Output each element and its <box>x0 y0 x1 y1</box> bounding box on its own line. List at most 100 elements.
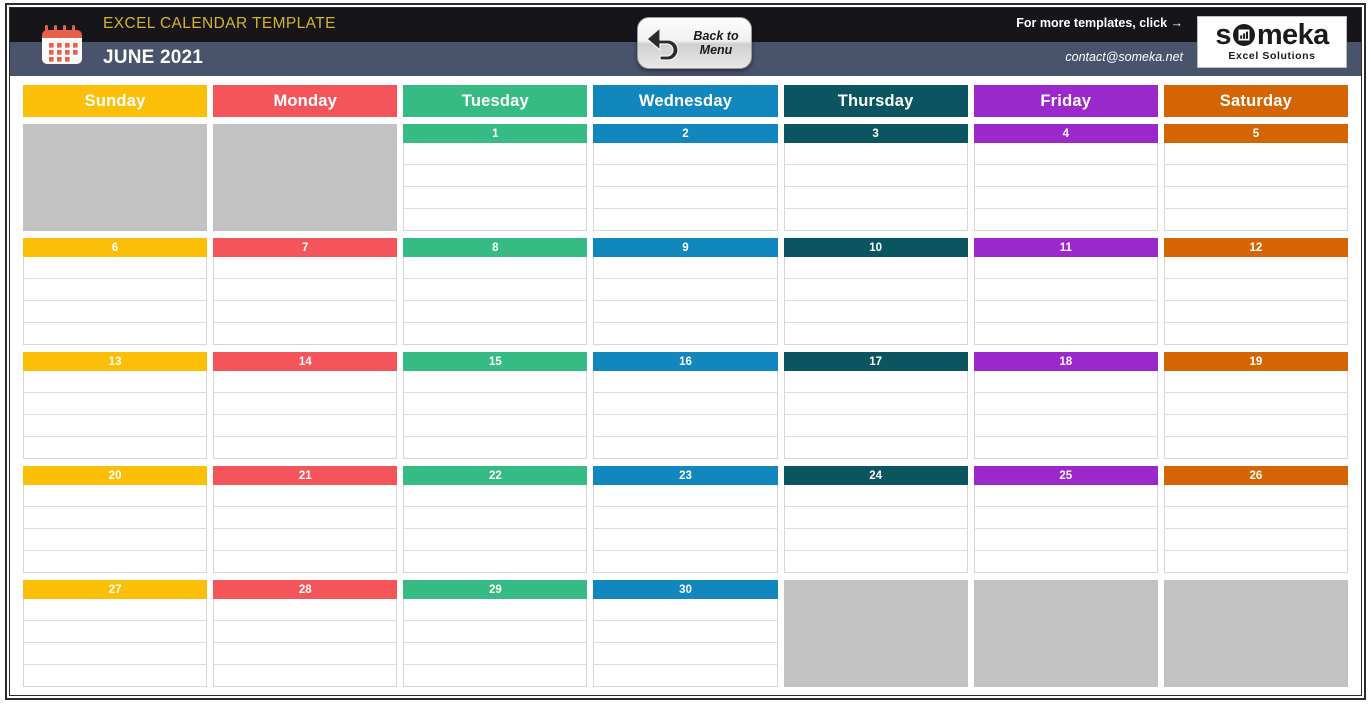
day-note-line[interactable] <box>404 507 587 529</box>
day-note-line[interactable] <box>1164 393 1347 415</box>
day-note-line[interactable] <box>784 301 967 323</box>
day-note-line[interactable] <box>214 665 396 686</box>
day-note-line[interactable] <box>404 485 587 507</box>
calendar-day-cell-26[interactable]: 26 <box>1163 466 1348 573</box>
calendar-day-cell-4[interactable]: 4 <box>973 124 1158 231</box>
day-note-line[interactable] <box>975 551 1157 572</box>
day-note-line[interactable] <box>975 437 1157 458</box>
day-note-line[interactable] <box>24 621 207 643</box>
day-note-line[interactable] <box>784 415 967 437</box>
day-note-line[interactable] <box>975 209 1157 230</box>
day-note-line[interactable] <box>594 643 777 665</box>
day-note-line[interactable] <box>785 323 967 344</box>
day-notes-area[interactable] <box>1163 257 1348 345</box>
day-notes-area[interactable] <box>23 371 208 459</box>
day-note-line[interactable] <box>974 165 1157 187</box>
day-notes-area[interactable] <box>403 257 588 345</box>
day-note-line[interactable] <box>594 279 777 301</box>
day-note-line[interactable] <box>1164 143 1347 165</box>
day-note-line[interactable] <box>24 507 207 529</box>
calendar-day-cell-20[interactable]: 20 <box>23 466 208 573</box>
calendar-day-cell-29[interactable]: 29 <box>403 580 588 687</box>
calendar-day-cell-3[interactable]: 3 <box>783 124 968 231</box>
day-note-line[interactable] <box>214 507 397 529</box>
day-notes-area[interactable] <box>593 371 778 459</box>
day-note-line[interactable] <box>784 165 967 187</box>
day-note-line[interactable] <box>594 485 777 507</box>
day-note-line[interactable] <box>404 165 587 187</box>
day-note-line[interactable] <box>1164 507 1347 529</box>
calendar-day-cell-9[interactable]: 9 <box>593 238 778 345</box>
day-note-line[interactable] <box>974 279 1157 301</box>
day-note-line[interactable] <box>214 485 397 507</box>
day-note-line[interactable] <box>24 257 207 279</box>
calendar-day-cell-28[interactable]: 28 <box>213 580 398 687</box>
calendar-day-cell-15[interactable]: 15 <box>403 352 588 459</box>
calendar-day-cell-10[interactable]: 10 <box>783 238 968 345</box>
day-note-line[interactable] <box>214 393 397 415</box>
day-note-line[interactable] <box>1164 529 1347 551</box>
day-note-line[interactable] <box>974 529 1157 551</box>
day-note-line[interactable] <box>214 599 397 621</box>
day-note-line[interactable] <box>594 165 777 187</box>
day-note-line[interactable] <box>785 551 967 572</box>
day-note-line[interactable] <box>975 323 1157 344</box>
contact-email-label[interactable]: contact@someka.net <box>1065 50 1183 64</box>
day-note-line[interactable] <box>974 371 1157 393</box>
day-note-line[interactable] <box>594 143 777 165</box>
day-notes-area[interactable] <box>593 257 778 345</box>
day-note-line[interactable] <box>24 323 206 344</box>
day-note-line[interactable] <box>974 143 1157 165</box>
day-note-line[interactable] <box>404 371 587 393</box>
day-note-line[interactable] <box>24 279 207 301</box>
day-notes-area[interactable] <box>973 257 1158 345</box>
day-notes-area[interactable] <box>783 485 968 573</box>
day-note-line[interactable] <box>974 187 1157 209</box>
day-note-line[interactable] <box>404 301 587 323</box>
day-note-line[interactable] <box>594 507 777 529</box>
day-note-line[interactable] <box>1164 485 1347 507</box>
day-note-line[interactable] <box>404 643 587 665</box>
day-notes-area[interactable] <box>593 143 778 231</box>
day-note-line[interactable] <box>404 415 587 437</box>
day-notes-area[interactable] <box>213 599 398 687</box>
calendar-day-cell-25[interactable]: 25 <box>973 466 1158 573</box>
day-note-line[interactable] <box>1165 209 1347 230</box>
day-notes-area[interactable] <box>593 485 778 573</box>
day-notes-area[interactable] <box>783 143 968 231</box>
day-note-line[interactable] <box>974 507 1157 529</box>
day-note-line[interactable] <box>1164 371 1347 393</box>
calendar-day-cell-30[interactable]: 30 <box>593 580 778 687</box>
day-note-line[interactable] <box>214 437 396 458</box>
day-notes-area[interactable] <box>403 485 588 573</box>
day-note-line[interactable] <box>1164 279 1347 301</box>
day-note-line[interactable] <box>24 437 206 458</box>
calendar-day-cell-12[interactable]: 12 <box>1163 238 1348 345</box>
day-note-line[interactable] <box>404 279 587 301</box>
day-note-line[interactable] <box>1164 301 1347 323</box>
day-notes-area[interactable] <box>1163 371 1348 459</box>
day-notes-area[interactable] <box>1163 485 1348 573</box>
day-note-line[interactable] <box>784 257 967 279</box>
calendar-day-cell-16[interactable]: 16 <box>593 352 778 459</box>
day-note-line[interactable] <box>214 371 397 393</box>
someka-logo[interactable]: s meka Excel Solutions <box>1197 16 1347 68</box>
day-note-line[interactable] <box>214 279 397 301</box>
day-note-line[interactable] <box>594 665 776 686</box>
day-note-line[interactable] <box>1165 551 1347 572</box>
day-note-line[interactable] <box>214 621 397 643</box>
day-note-line[interactable] <box>404 437 586 458</box>
day-note-line[interactable] <box>594 393 777 415</box>
day-note-line[interactable] <box>404 599 587 621</box>
day-note-line[interactable] <box>404 323 586 344</box>
day-note-line[interactable] <box>784 187 967 209</box>
day-note-line[interactable] <box>594 323 776 344</box>
day-notes-area[interactable] <box>23 599 208 687</box>
day-note-line[interactable] <box>784 485 967 507</box>
day-note-line[interactable] <box>784 393 967 415</box>
day-note-line[interactable] <box>24 643 207 665</box>
calendar-day-cell-24[interactable]: 24 <box>783 466 968 573</box>
day-note-line[interactable] <box>594 187 777 209</box>
calendar-day-cell-27[interactable]: 27 <box>23 580 208 687</box>
day-note-line[interactable] <box>594 371 777 393</box>
